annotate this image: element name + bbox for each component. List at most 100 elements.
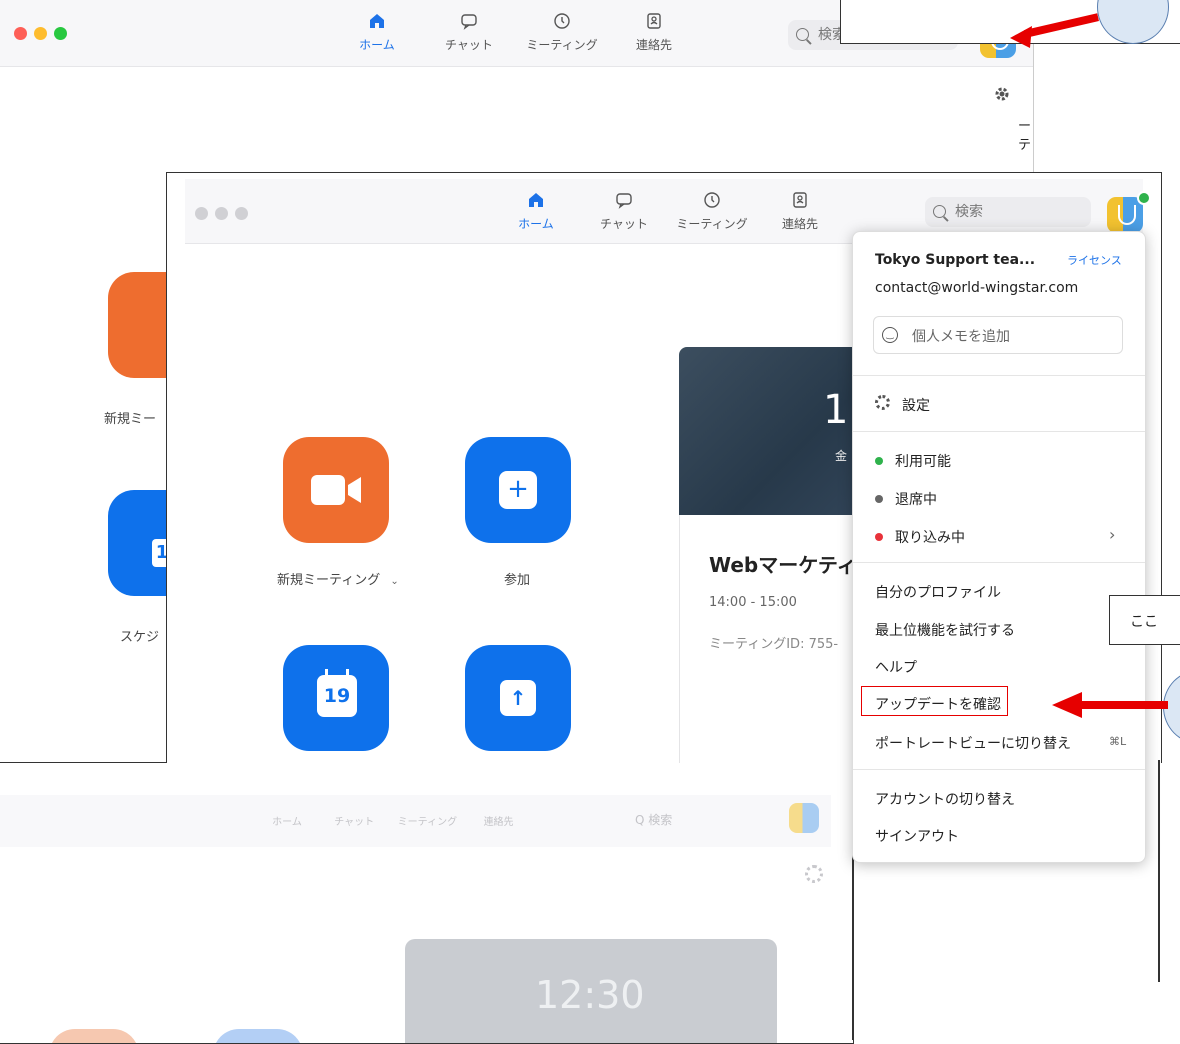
portrait-shortcut: ⌘L (1109, 735, 1127, 748)
clock-icon (704, 192, 720, 208)
callout-text: ここ (1130, 614, 1158, 630)
main-tab-meeting[interactable]: ミーティング (667, 191, 757, 232)
tab-meeting-label: ミーティング (526, 38, 598, 52)
menu-item-portrait[interactable]: ポートレートビューに切り替え (875, 733, 1071, 753)
profile-menu: Tokyo Support tea... ライセンス contact@world… (852, 231, 1146, 863)
avatar-face (1118, 205, 1136, 225)
new-meeting-text: 新規ミーティング (277, 573, 381, 588)
divider (853, 375, 1145, 376)
main-tab-home[interactable]: ホーム (491, 191, 581, 232)
main-minimize-light[interactable] (215, 207, 228, 220)
main-window-frame-right (1158, 760, 1160, 982)
main-search-placeholder: 検索 (955, 204, 983, 220)
chat-icon (616, 193, 632, 209)
menu-item-available[interactable]: 利用可能 (875, 451, 951, 471)
faded-search-label: 検索 (648, 813, 673, 827)
search-icon (933, 205, 946, 218)
tab-chat[interactable]: チャット (424, 12, 514, 53)
account-name: Tokyo Support tea... (875, 252, 1036, 268)
tab-contacts[interactable]: 連絡先 (609, 12, 699, 53)
away-clock-icon (875, 495, 883, 503)
away-label: 退席中 (895, 492, 937, 508)
back-schedule-label: スケジ (120, 630, 160, 645)
search-icon (796, 28, 809, 41)
settings-label: 設定 (902, 398, 930, 414)
clock-partial: 1 (823, 387, 849, 433)
faded-search: Q 検索 (635, 813, 673, 827)
video-camera-icon (311, 475, 361, 505)
calendar-icon: 19 (317, 669, 357, 717)
main-tab-home-label: ホーム (518, 217, 554, 231)
new-meeting-label: 新規ミーティング ⌄ (277, 569, 399, 588)
chevron-right-icon: › (1109, 525, 1116, 544)
faded-avatar (789, 803, 819, 833)
share-screen-button[interactable]: ↑ (465, 645, 571, 751)
schedule-button[interactable]: 19 (283, 645, 389, 751)
menu-item-try-top[interactable]: 最上位機能を試行する (875, 620, 1015, 640)
gear-icon (875, 395, 890, 410)
faded-gear-icon (805, 865, 823, 883)
red-arrow-head (1052, 692, 1082, 718)
faded-tab-meeting: ミーティング (397, 817, 458, 828)
home-icon (370, 14, 384, 28)
tab-chat-label: チャット (445, 38, 493, 52)
menu-item-profile[interactable]: 自分のプロファイル (875, 582, 1001, 602)
tab-home-label: ホーム (359, 38, 395, 52)
memo-placeholder: 個人メモを追加 (912, 329, 1010, 345)
memo-field[interactable]: ‿ 個人メモを追加 (873, 316, 1123, 354)
tab-home[interactable]: ホーム (332, 12, 422, 53)
meeting-title[interactable]: Webマーケティ (709, 549, 857, 578)
tab-contacts-label: 連絡先 (635, 38, 672, 52)
divider (853, 431, 1145, 432)
gear-icon[interactable] (993, 85, 1011, 103)
red-arrow-line (1078, 701, 1168, 709)
faded-tab-chat: チャット (334, 817, 375, 828)
tab-meeting[interactable]: ミーティング (517, 12, 607, 53)
meeting-id: ミーティングID: 755- (709, 637, 839, 652)
contacts-icon (793, 192, 807, 208)
menu-item-sign-out[interactable]: サインアウト (875, 826, 959, 846)
divider (853, 769, 1145, 770)
menu-item-settings[interactable]: 設定 (875, 395, 930, 415)
menu-item-help[interactable]: ヘルプ (875, 657, 917, 677)
menu-item-check-updates[interactable]: アップデートを確認 (875, 694, 1001, 714)
main-tab-contacts-label: 連絡先 (781, 217, 818, 231)
faded-orange-button (49, 1029, 139, 1043)
chevron-down-icon[interactable]: ⌄ (390, 576, 398, 587)
chat-icon (461, 14, 477, 30)
plus-icon: + (499, 471, 537, 509)
faded-tab-home: ホーム (272, 817, 302, 828)
main-zoom-light[interactable] (235, 207, 248, 220)
menu-item-away[interactable]: 退席中 (875, 489, 937, 509)
new-meeting-button[interactable] (283, 437, 389, 543)
arrow-up-icon: ↑ (500, 680, 536, 716)
date-partial: 金 (835, 449, 848, 463)
zoom-light[interactable] (54, 27, 67, 40)
minimize-light[interactable] (34, 27, 47, 40)
main-tab-chat[interactable]: チャット (579, 191, 669, 232)
meeting-time: 14:00 - 15:00 (709, 595, 797, 610)
faded-zoom-window: ホーム チャット ミーティング 連絡先 Q 検索 12:30 (0, 762, 854, 1044)
main-tab-meeting-label: ミーティング (676, 217, 748, 231)
online-status-dot (1137, 191, 1151, 205)
smile-icon: ‿ (882, 327, 898, 343)
main-search-input[interactable]: 検索 (925, 197, 1091, 227)
meeting-card-image (679, 347, 879, 515)
clock-icon (554, 13, 570, 29)
license-badge[interactable]: ライセンス (1067, 252, 1122, 268)
close-light[interactable] (14, 27, 27, 40)
main-tab-chat-label: チャット (600, 217, 648, 231)
menu-item-busy[interactable]: 取り込み中 (875, 527, 965, 547)
calendar-rings (325, 669, 349, 677)
calendar-day: 19 (323, 685, 351, 707)
faded-clock-text: 12:30 (535, 973, 645, 1017)
home-icon (529, 193, 543, 207)
available-label: 利用可能 (895, 454, 951, 470)
join-button[interactable]: + (465, 437, 571, 543)
faded-tab-contacts: 連絡先 (483, 817, 514, 828)
main-close-light[interactable] (195, 207, 208, 220)
menu-item-switch-account[interactable]: アカウントの切り替え (875, 789, 1015, 809)
available-dot (875, 457, 883, 465)
back-new-meeting-label: 新規ミー (104, 412, 157, 427)
main-tab-contacts[interactable]: 連絡先 (755, 191, 845, 232)
